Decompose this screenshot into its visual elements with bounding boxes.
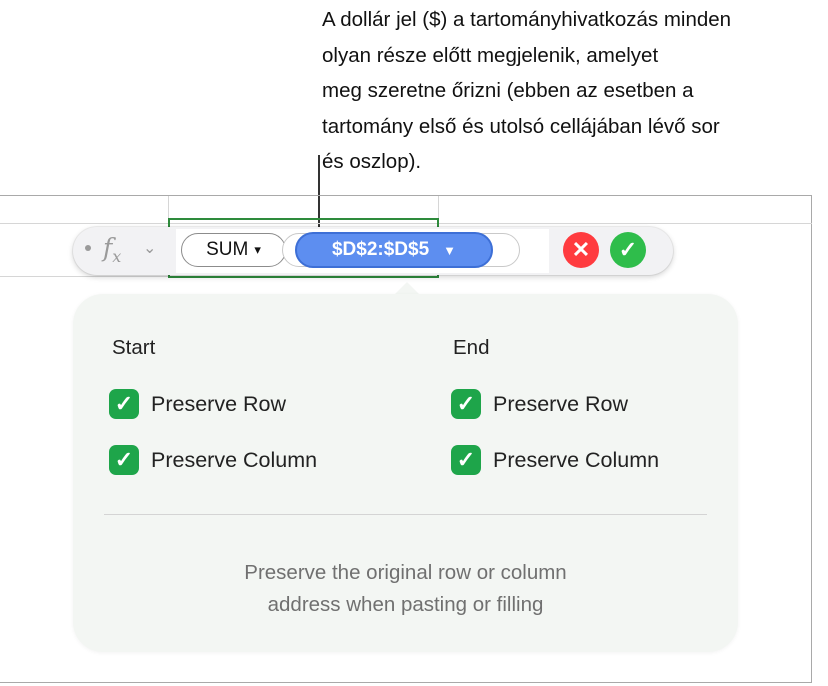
chevron-down-icon[interactable]: ⌄ [143,238,156,258]
option-label: Preserve Column [151,447,318,472]
option-label: Preserve Column [493,447,660,472]
checkmark-icon: ✓ [456,391,476,416]
checkmark-icon: ✓ [114,391,134,416]
close-icon: ✕ [571,237,591,262]
checkbox-checked[interactable]: ✓ [451,389,481,419]
fx-label: f [103,233,113,262]
function-token[interactable]: SUM ▾ [181,233,286,267]
range-token[interactable]: $D$2:$D$5 ▼ [295,232,493,268]
help-line: Preserve the original row or column [244,561,567,584]
end-preserve-column-option[interactable]: ✓ Preserve Column [451,445,659,475]
end-preserve-row-option[interactable]: ✓ Preserve Row [451,389,628,419]
callout-line: A dollár jel ($) a tartományhivatkozás m… [322,8,732,31]
checkbox-checked[interactable]: ✓ [109,389,139,419]
checkbox-checked[interactable]: ✓ [109,445,139,475]
checkmark-icon: ✓ [618,237,638,262]
option-label: Preserve Row [493,391,629,416]
drag-handle-icon[interactable] [85,245,91,251]
callout-line: és oszlop). [322,150,422,173]
callout-line: meg szeretne őrizni (ebben az esetben a [322,79,694,102]
grid-line [0,276,168,277]
fx-subscript: x [112,247,122,266]
accept-button[interactable]: ✓ [610,232,646,268]
divider [104,514,707,515]
help-text: Preserve the original row or column addr… [104,557,707,621]
start-preserve-column-option[interactable]: ✓ Preserve Column [109,445,317,475]
checkbox-checked[interactable]: ✓ [451,445,481,475]
start-preserve-row-option[interactable]: ✓ Preserve Row [109,389,286,419]
help-line: address when pasting or filling [267,593,544,616]
cancel-button[interactable]: ✕ [563,232,599,268]
option-label: Preserve Row [151,391,287,416]
callout-text: A dollár jel ($) a tartományhivatkozás m… [322,2,828,180]
caret-down-icon: ▾ [254,242,261,257]
callout-line: olyan része előtt megjelenik, amelyet [322,43,659,67]
caret-down-icon: ▼ [443,242,457,258]
end-heading: End [453,336,490,359]
callout-line: tartomány első és utolsó cellájában lévő… [322,114,720,138]
function-icon[interactable]: fx [103,233,121,266]
checkmark-icon: ✓ [114,447,134,472]
checkmark-icon: ✓ [456,447,476,472]
start-heading: Start [112,336,156,359]
range-token-label: $D$2:$D$5 [331,239,430,260]
function-token-label: SUM [206,239,249,260]
